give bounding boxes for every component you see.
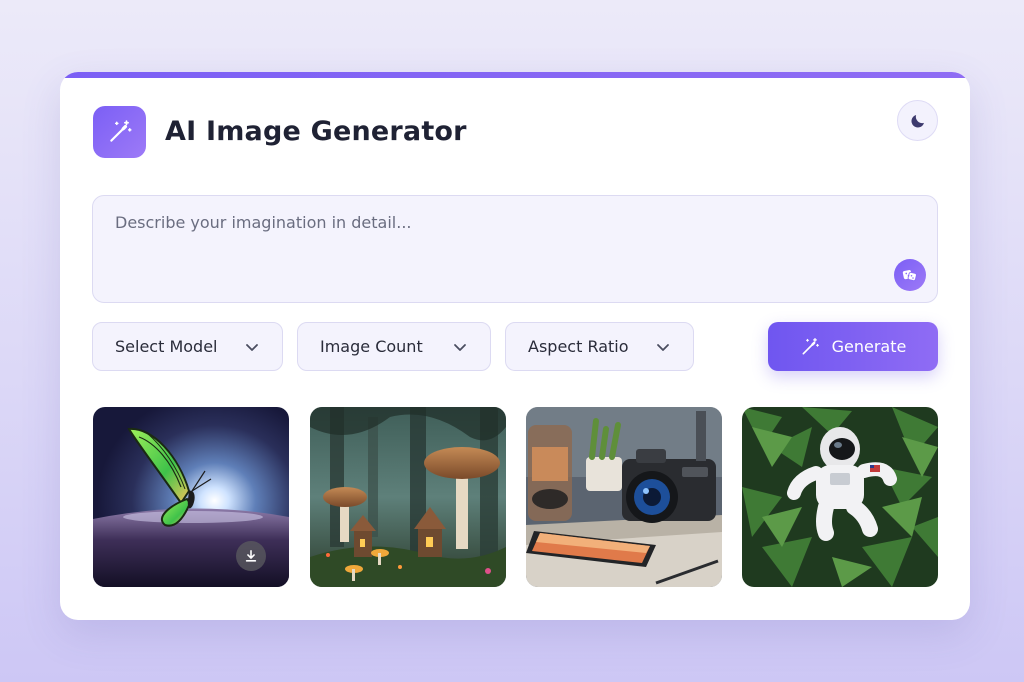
card-accent-bar <box>60 72 970 78</box>
gallery-image-mushroom-forest[interactable] <box>310 407 506 587</box>
image-count-select[interactable]: Image Count <box>297 322 491 371</box>
download-button[interactable] <box>236 541 266 571</box>
gallery-image-butterfly[interactable] <box>93 407 289 587</box>
generate-button[interactable]: Generate <box>768 322 938 371</box>
model-select-label: Select Model <box>115 337 218 356</box>
generate-button-label: Generate <box>831 337 907 356</box>
dice-icon <box>902 270 917 282</box>
prompt-container <box>92 195 938 303</box>
page-title: AI Image Generator <box>165 116 467 147</box>
magic-wand-icon <box>109 120 132 142</box>
aspect-ratio-select[interactable]: Aspect Ratio <box>505 322 694 371</box>
theme-toggle-button[interactable] <box>897 100 938 141</box>
chevron-down-icon <box>655 339 671 355</box>
magic-wand-icon <box>802 337 819 354</box>
prompt-input[interactable] <box>93 196 937 302</box>
app-logo <box>93 106 146 158</box>
moon-icon <box>910 114 924 128</box>
model-select[interactable]: Select Model <box>92 322 283 371</box>
generator-card: AI Image Generator Select Model Image Co… <box>60 72 970 620</box>
random-prompt-button[interactable] <box>894 259 926 291</box>
gallery-image-camera-desk[interactable] <box>526 407 722 587</box>
chevron-down-icon <box>244 339 260 355</box>
chevron-down-icon <box>452 339 468 355</box>
download-icon <box>245 549 257 562</box>
aspect-ratio-label: Aspect Ratio <box>528 337 629 356</box>
gallery-image-astronaut-jungle[interactable] <box>742 407 938 587</box>
image-count-label: Image Count <box>320 337 423 356</box>
